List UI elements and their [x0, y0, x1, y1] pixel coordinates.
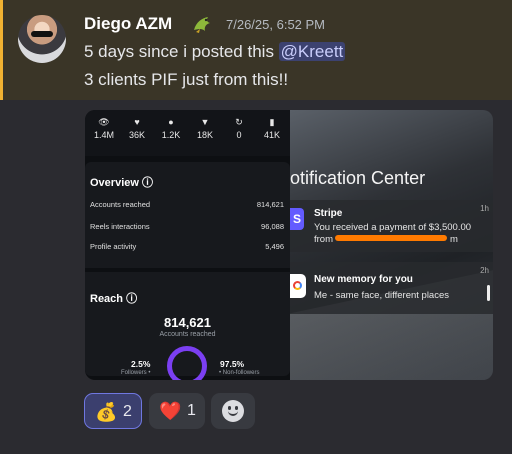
redaction-line	[335, 235, 447, 241]
stats-bar: 👁 1.4M ♥ 36K ● 1.2K ▼ 18K ↻ 0 ▮ 41K	[85, 110, 290, 156]
message-line-1: 5 days since i posted this @Kreett	[84, 42, 346, 62]
notification-body-end: m	[450, 234, 458, 245]
username[interactable]: Diego AZM	[84, 14, 172, 34]
reach-donut-chart	[167, 346, 207, 380]
stripe-icon: S	[290, 208, 304, 230]
row-value: 96,088	[261, 222, 284, 231]
notification-time: 1h	[480, 204, 489, 213]
insights-image-attachment[interactable]: 👁 1.4M ♥ 36K ● 1.2K ▼ 18K ↻ 0 ▮ 41K Overview ⓘ…	[85, 110, 290, 380]
row-value: 5,496	[265, 242, 284, 251]
heart-icon: ❤️	[159, 401, 182, 421]
stat-reposts: ↻ 0	[222, 116, 256, 140]
card-divider	[85, 268, 290, 272]
stat-views: 👁 1.4M	[87, 116, 121, 140]
notification-center-title: otification Center	[290, 168, 426, 188]
reaction-money-bag[interactable]: 💰 2	[84, 393, 142, 429]
overview-title: Overview ⓘ	[90, 177, 153, 189]
reach-title: Reach ⓘ	[90, 293, 138, 305]
followers-label: Followers •	[121, 370, 151, 376]
eye-icon: 👁	[98, 117, 110, 127]
message-line-2: 3 clients PIF just from this!!	[84, 70, 289, 89]
reaction-count: 1	[187, 402, 196, 419]
stripe-notification: S Stripe 1h You received a payment of $3…	[290, 200, 493, 252]
repost-icon: ↻	[235, 117, 243, 127]
send-icon: ▼	[200, 117, 210, 127]
stat-shares: ▼ 18K	[188, 116, 222, 140]
reach-subtitle: Accounts reached	[159, 331, 216, 338]
non-followers-pct: 97.5%	[220, 359, 245, 369]
reaction-heart[interactable]: ❤️ 1	[149, 393, 205, 429]
photos-icon	[290, 274, 306, 298]
row-value: 814,621	[256, 200, 284, 209]
notification-app: New memory for you	[314, 274, 413, 285]
notification-body-start: from	[314, 234, 333, 245]
heart-icon: ♥	[134, 117, 140, 127]
comment-icon: ●	[168, 117, 174, 127]
stat-comments: ● 1.2K	[154, 116, 188, 140]
money-bag-icon: 💰	[95, 402, 118, 422]
notification-app: Stripe	[314, 208, 343, 219]
stat-saves: ▮ 41K	[255, 116, 289, 140]
dragon-icon	[194, 17, 210, 33]
avatar[interactable]	[18, 15, 66, 63]
non-followers-label: • Non-followers	[219, 370, 260, 376]
message-text: 5 days since i posted this	[84, 42, 279, 61]
bookmark-icon: ▮	[269, 117, 275, 127]
timestamp: 7/26/25, 6:52 PM	[226, 17, 326, 32]
reach-number: 814,621	[164, 315, 211, 330]
notification-time: 2h	[480, 266, 489, 275]
smiley-icon	[222, 400, 244, 422]
edge-indicator	[487, 285, 490, 301]
user-mention[interactable]: @Kreett	[278, 42, 346, 61]
notification-body: You received a payment of $3,500.00	[314, 222, 472, 233]
notification-body: Me - same face, different places	[314, 290, 449, 301]
row-label: Reels interactions	[90, 222, 150, 231]
add-reaction-button[interactable]	[211, 393, 255, 429]
notifications-image-attachment[interactable]: otification Center S Stripe 1h You recei…	[290, 110, 493, 380]
reaction-count: 2	[123, 403, 132, 420]
followers-pct: 2.5%	[131, 359, 151, 369]
mention-highlight-bar	[0, 0, 3, 100]
photos-notification: New memory for you 2h Me - same face, di…	[290, 262, 493, 314]
row-label: Profile activity	[90, 242, 137, 251]
stat-likes: ♥ 36K	[120, 116, 154, 140]
row-label: Accounts reached	[90, 200, 151, 209]
